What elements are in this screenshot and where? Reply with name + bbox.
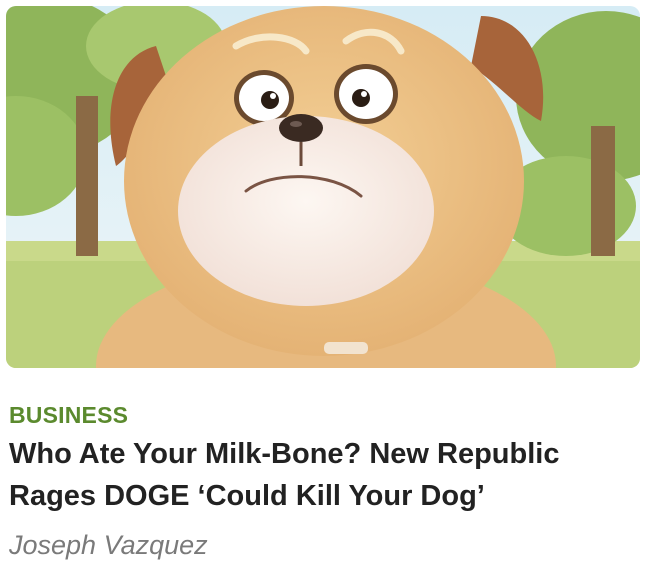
category-link[interactable]: BUSINESS	[9, 402, 128, 429]
article-card: BUSINESS Who Ate Your Milk-Bone? New Rep…	[0, 0, 646, 570]
article-headline-link[interactable]: Who Ate Your Milk-Bone? New Republic Rag…	[9, 433, 629, 517]
author-link[interactable]: Joseph Vazquez	[9, 530, 208, 561]
article-thumbnail-link[interactable]	[6, 6, 640, 368]
cartoon-dog-illustration	[6, 6, 640, 368]
